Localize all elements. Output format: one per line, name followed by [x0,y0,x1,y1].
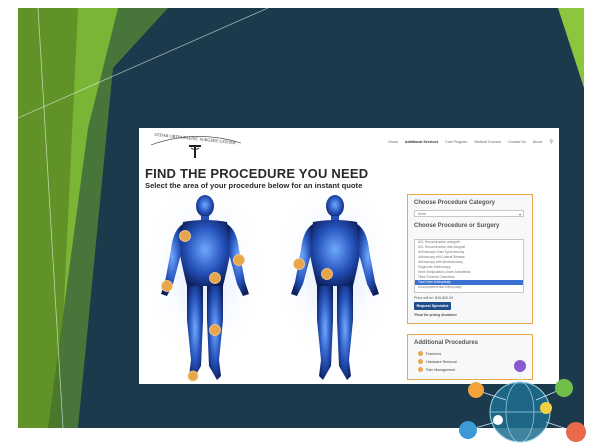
svg-text:CEDAR ORTHOPAEDIC SURGERY CENT: CEDAR ORTHOPAEDIC SURGERY CENTER [154,132,236,146]
main-nav: Home Additional Services Cost Program Me… [388,140,553,145]
pricing-disclaimer-link[interactable]: *Read the pricing disclaimer [414,313,457,317]
nav-home[interactable]: Home [388,140,398,144]
hotspot-hip [209,272,221,284]
website-screenshot: CEDAR ORTHOPAEDIC SURGERY CENTER Home Ad… [139,128,559,384]
category-heading: Choose Procedure Category [414,200,496,206]
procedure-listbox[interactable]: ACL Reconstruction autograft ACL Reconst… [414,239,524,293]
nav-cost-program[interactable]: Cost Program [445,140,467,144]
category-select-value: Knee [418,212,426,216]
site-header: CEDAR ORTHOPAEDIC SURGERY CENTER Home Ad… [139,128,559,162]
anatomy-body-map [145,190,395,382]
nav-contact-us[interactable]: Contact Us [508,140,526,144]
search-icon[interactable]: ⚲ [549,140,553,145]
page-title: FIND THE PROCEDURE YOU NEED [145,166,369,181]
page-subtitle: Select the area of your procedure below … [145,181,363,190]
procedure-selector-panel: Choose Procedure Category Knee ▾ Choose … [407,194,533,324]
request-specialist-button[interactable]: Request Specialist [414,302,451,310]
site-logo[interactable]: CEDAR ORTHOPAEDIC SURGERY CENTER [145,131,253,161]
presentation-slide: CEDAR ORTHOPAEDIC SURGERY CENTER Home Ad… [0,0,594,446]
additional-item-fractures[interactable]: Fractures [418,351,441,356]
procedure-option[interactable]: Unicompartmental Arthroplasty [415,285,523,290]
nav-additional-services[interactable]: Additional Services [405,140,438,144]
category-select[interactable]: Knee ▾ [414,210,524,217]
procedure-heading: Choose Procedure or Surgery [414,223,500,229]
hotspot-spine [321,268,333,280]
orange-dot-icon [418,367,423,372]
hotspot-elbow [233,254,245,266]
back-body-figure [275,190,395,380]
additional-heading: Additional Procedures [414,340,479,346]
digital-health-globe-graphic [459,360,586,443]
hotspot-back-shoulder [293,258,305,270]
orange-dot-icon [418,359,423,364]
hotspot-ankle [187,370,199,382]
hotspot-shoulder [179,230,191,242]
price-text: Price will be: $16,800.00 [414,296,454,300]
additional-item-label: Fractures [426,351,442,356]
nav-about[interactable]: About [533,140,542,144]
hotspot-knee [209,324,221,336]
hotspot-hand [161,280,173,292]
nav-medical-courses[interactable]: Medical Courses [474,140,501,144]
chevron-down-icon: ▾ [518,212,521,217]
orange-dot-icon [418,351,423,356]
